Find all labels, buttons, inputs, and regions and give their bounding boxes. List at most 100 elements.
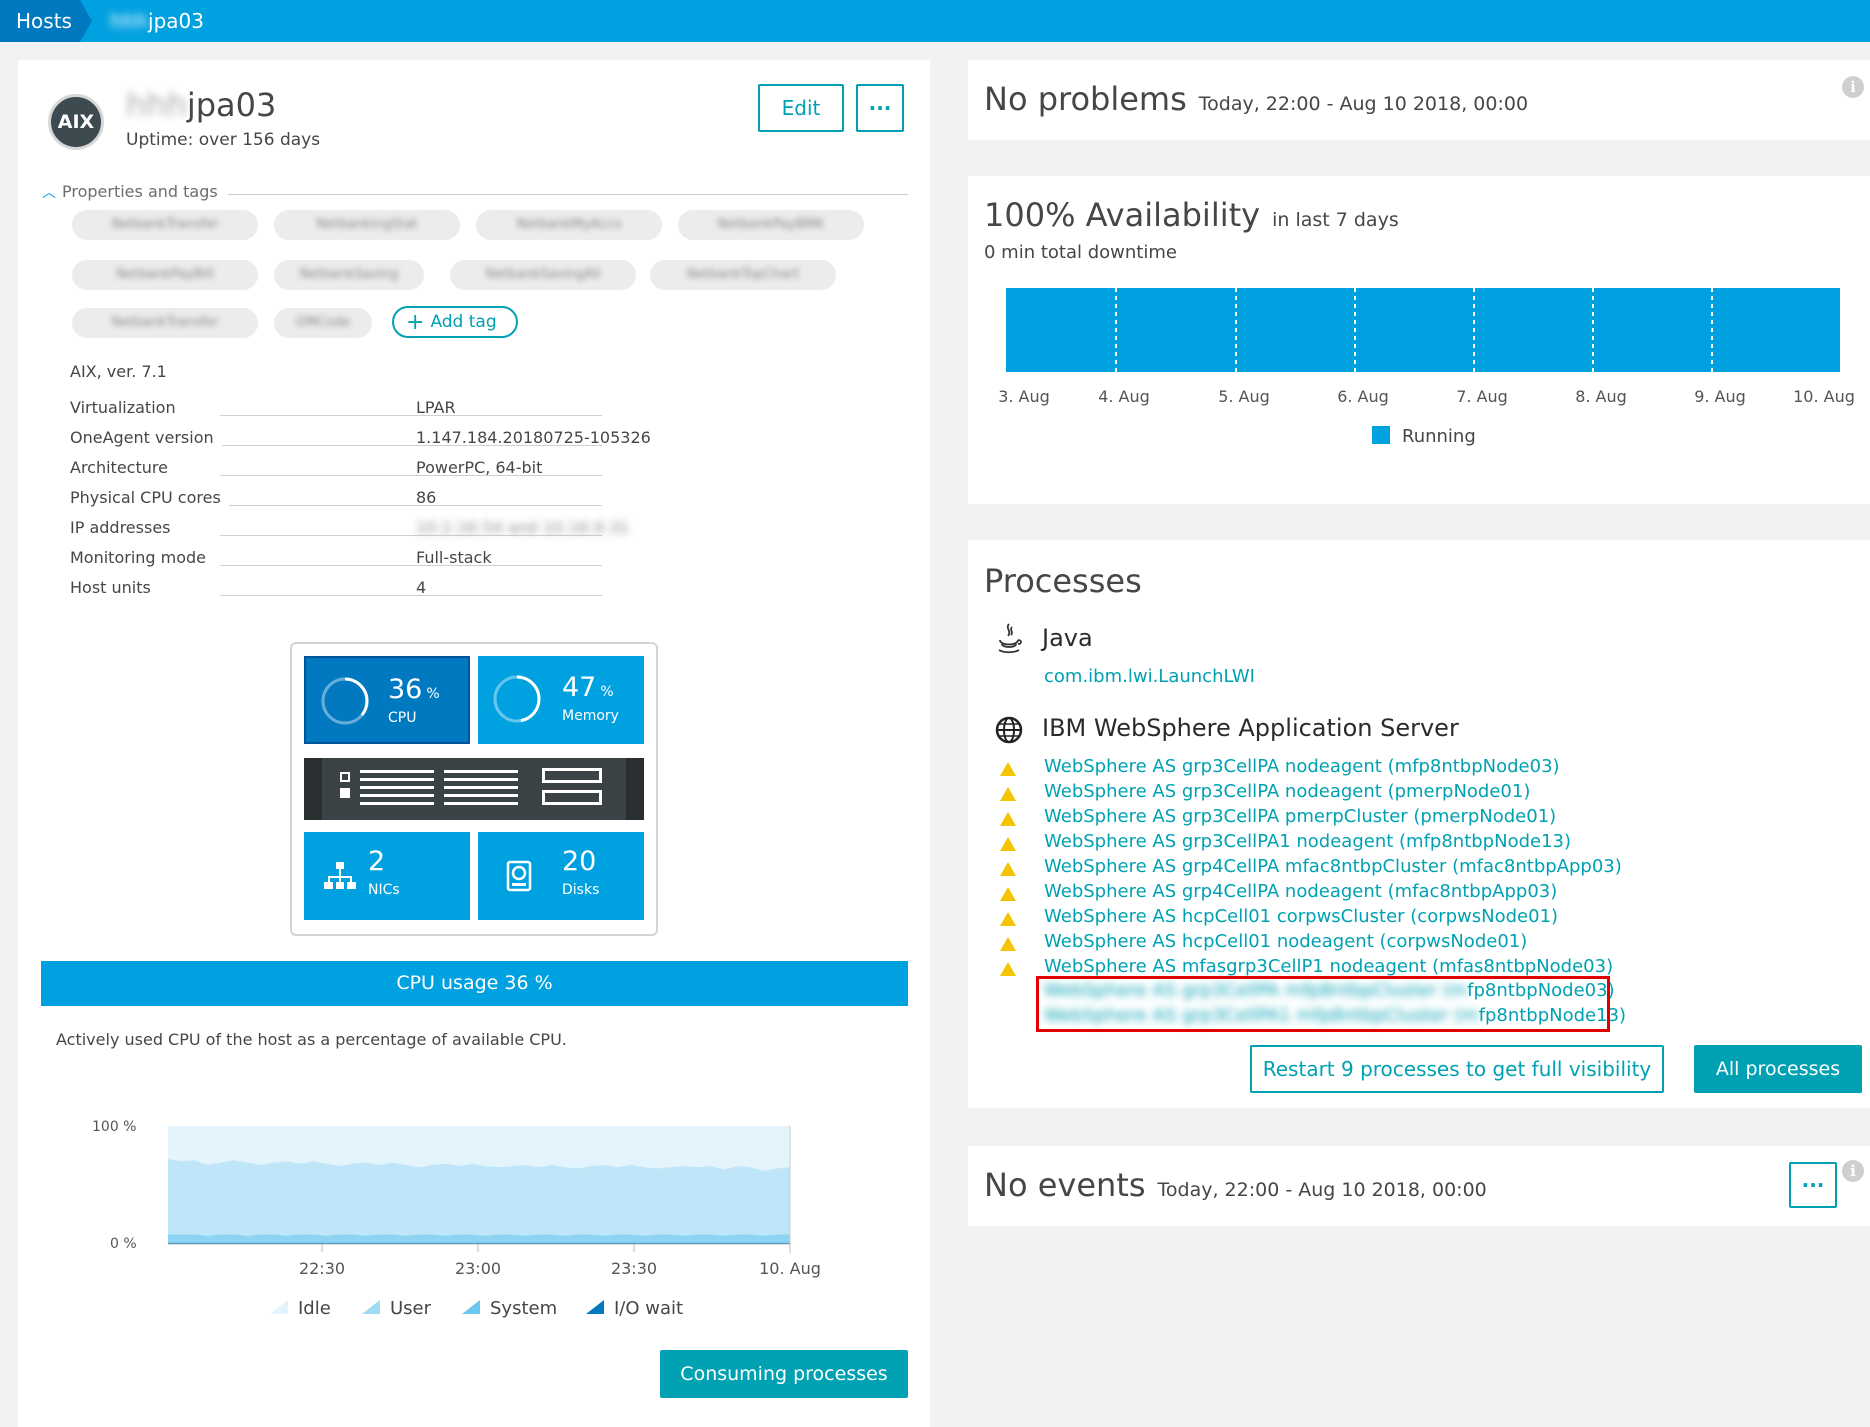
legend-label: Idle (298, 1298, 331, 1319)
warning-icon (1000, 787, 1016, 801)
x-tick-label: 23:00 (455, 1259, 501, 1278)
disks-label: Disks (562, 882, 600, 898)
tag-chip[interactable]: NetbankTransfer (72, 210, 258, 240)
y-tick-label: 100 % (92, 1119, 136, 1135)
nics-tile[interactable]: 2 NICs (304, 832, 470, 920)
websphere-globe-icon (995, 716, 1023, 744)
day-tick-label: 5. Aug (1218, 387, 1270, 406)
server-illustration (304, 758, 644, 820)
problems-title-text: No problems (984, 80, 1187, 118)
cpu-tile[interactable]: 36% CPU (304, 656, 470, 744)
websphere-process-link[interactable]: WebSphere AS grp3CellPA nodeagent (pmerp… (1044, 781, 1530, 802)
events-title-text: No events (984, 1166, 1146, 1204)
processes-title: Processes (984, 562, 1142, 600)
legend-label: User (390, 1298, 432, 1319)
property-row: Architecture PowerPC, 64-bit (70, 458, 610, 482)
cpu-value: 36 (388, 674, 423, 705)
cpu-gauge (321, 677, 369, 725)
breadcrumb: Hosts hhhjpa03 (0, 0, 1870, 42)
os-version: AIX, ver. 7.1 (70, 362, 167, 381)
events-more-button[interactable]: ··· (1789, 1162, 1837, 1208)
problems-info-icon[interactable]: i (1842, 76, 1864, 98)
restart-processes-button[interactable]: Restart 9 processes to get full visibili… (1250, 1045, 1664, 1093)
cpu-usage-header: CPU usage 36 % (41, 961, 908, 1006)
tag-label: NetbankMyAcco (516, 217, 622, 232)
x-tick-label: 22:30 (299, 1259, 345, 1278)
websphere-process-link[interactable]: WebSphere AS grp3CellPA nodeagent (mfp8n… (1044, 756, 1560, 777)
events-info-icon[interactable]: i (1842, 1160, 1864, 1182)
property-key: Host units (70, 578, 159, 597)
nics-value: 2 (368, 846, 386, 877)
property-value: 86 (416, 488, 437, 507)
websphere-group-title: IBM WebSphere Application Server (1042, 714, 1459, 742)
property-row: Virtualization LPAR (70, 398, 610, 422)
java-group-title: Java (1042, 624, 1093, 652)
availability-title: 100% Availability in last 7 days (984, 196, 1399, 234)
aix-logo: AIX (48, 94, 104, 150)
tag-label: OMCode (295, 315, 351, 330)
websphere-process-link[interactable]: WebSphere AS grp3CellPA1 nodeagent (mfp8… (1044, 831, 1571, 852)
java-icon (998, 623, 1022, 654)
property-key: Virtualization (70, 398, 184, 417)
websphere-process-link[interactable]: WebSphere AS grp4CellPA mfac8ntbpCluster… (1044, 856, 1622, 877)
day-tick-label: 8. Aug (1575, 387, 1627, 406)
y-tick-label: 0 % (110, 1236, 137, 1252)
consuming-processes-button[interactable]: Consuming processes (660, 1350, 908, 1398)
warning-icon (1000, 837, 1016, 851)
websphere-process-link[interactable]: WebSphere AS grp3CellPA pmerpCluster (pm… (1044, 806, 1556, 827)
breadcrumb-hosts[interactable]: Hosts (0, 0, 92, 42)
highlight-box (1036, 976, 1610, 1032)
tag-label: NetbankPayBill (116, 267, 214, 282)
breadcrumb-host-name: jpa03 (148, 9, 204, 33)
nics-label: NICs (368, 882, 400, 898)
tag-chip[interactable]: NetbankTransfer (72, 308, 258, 338)
legend-swatch (586, 1300, 604, 1314)
properties-toggle-label: Properties and tags (62, 182, 218, 201)
add-tag-button[interactable]: + Add tag (392, 306, 518, 338)
tag-chip[interactable]: NetbankSavingAll (450, 260, 636, 290)
websphere-process-link[interactable]: WebSphere AS hcpCell01 nodeagent (corpws… (1044, 931, 1527, 952)
websphere-process-link[interactable]: WebSphere AS mfasgrp3CellP1 nodeagent (m… (1044, 956, 1613, 977)
property-row: Monitoring mode Full-stack (70, 548, 610, 572)
availability-title-text: 100% Availability (984, 196, 1261, 234)
legend-label: I/O wait (614, 1298, 683, 1319)
cpu-unit: % (426, 686, 440, 702)
tag-label: NetbankTransfer (111, 217, 219, 232)
legend-swatch (462, 1300, 480, 1314)
warning-icon (1000, 937, 1016, 951)
all-processes-button[interactable]: All processes (1694, 1045, 1862, 1093)
tag-label: NetbankSaving (299, 267, 399, 282)
breadcrumb-host-redacted: hhh (110, 9, 149, 33)
websphere-process-link[interactable]: WebSphere AS grp4CellPA nodeagent (mfac8… (1044, 881, 1557, 902)
tag-chip[interactable]: NetbankSaving (274, 260, 424, 290)
properties-divider (228, 194, 908, 195)
tag-chip[interactable]: NetbankingStat (274, 210, 460, 240)
host-more-button[interactable]: ··· (856, 84, 904, 132)
tag-chip[interactable]: NetbankPayBill (72, 260, 258, 290)
websphere-process-link[interactable]: WebSphere AS hcpCell01 corpwsCluster (co… (1044, 906, 1558, 927)
host-title-name: jpa03 (186, 86, 277, 124)
disks-tile[interactable]: 20 Disks (478, 832, 644, 920)
tag-label: NetbankingStat (316, 217, 418, 232)
warning-icon (1000, 762, 1016, 776)
properties-toggle[interactable]: ︿ Properties and tags (42, 182, 218, 202)
tag-label: NetbankPayBMK (717, 217, 825, 232)
add-tag-label: Add tag (430, 312, 497, 332)
memory-tile[interactable]: 47% Memory (478, 656, 644, 744)
property-value: PowerPC, 64-bit (416, 458, 543, 477)
property-value: 4 (416, 578, 427, 597)
property-value: LPAR (416, 398, 456, 417)
breadcrumb-host[interactable]: hhhjpa03 (110, 0, 204, 42)
property-key: OneAgent version (70, 428, 222, 447)
system-area (168, 1234, 790, 1243)
tag-chip[interactable]: NetbankPayBMK (678, 210, 864, 240)
cpu-usage-chart: 100 % 0 % 22:30 23:00 23:30 10. Aug Idle User Sy… (92, 1119, 821, 1319)
tag-chip[interactable]: NetbankMyAcco (476, 210, 662, 240)
tag-label: NetbankTransfer (111, 315, 219, 330)
java-process-link[interactable]: com.ibm.lwi.LaunchLWI (1044, 666, 1255, 687)
tag-chip[interactable]: NetbankTopChart (650, 260, 836, 290)
tag-chip[interactable]: OMCode (274, 308, 372, 338)
edit-button[interactable]: Edit (758, 84, 844, 132)
warning-icon (1000, 862, 1016, 876)
memory-label: Memory (562, 708, 619, 724)
